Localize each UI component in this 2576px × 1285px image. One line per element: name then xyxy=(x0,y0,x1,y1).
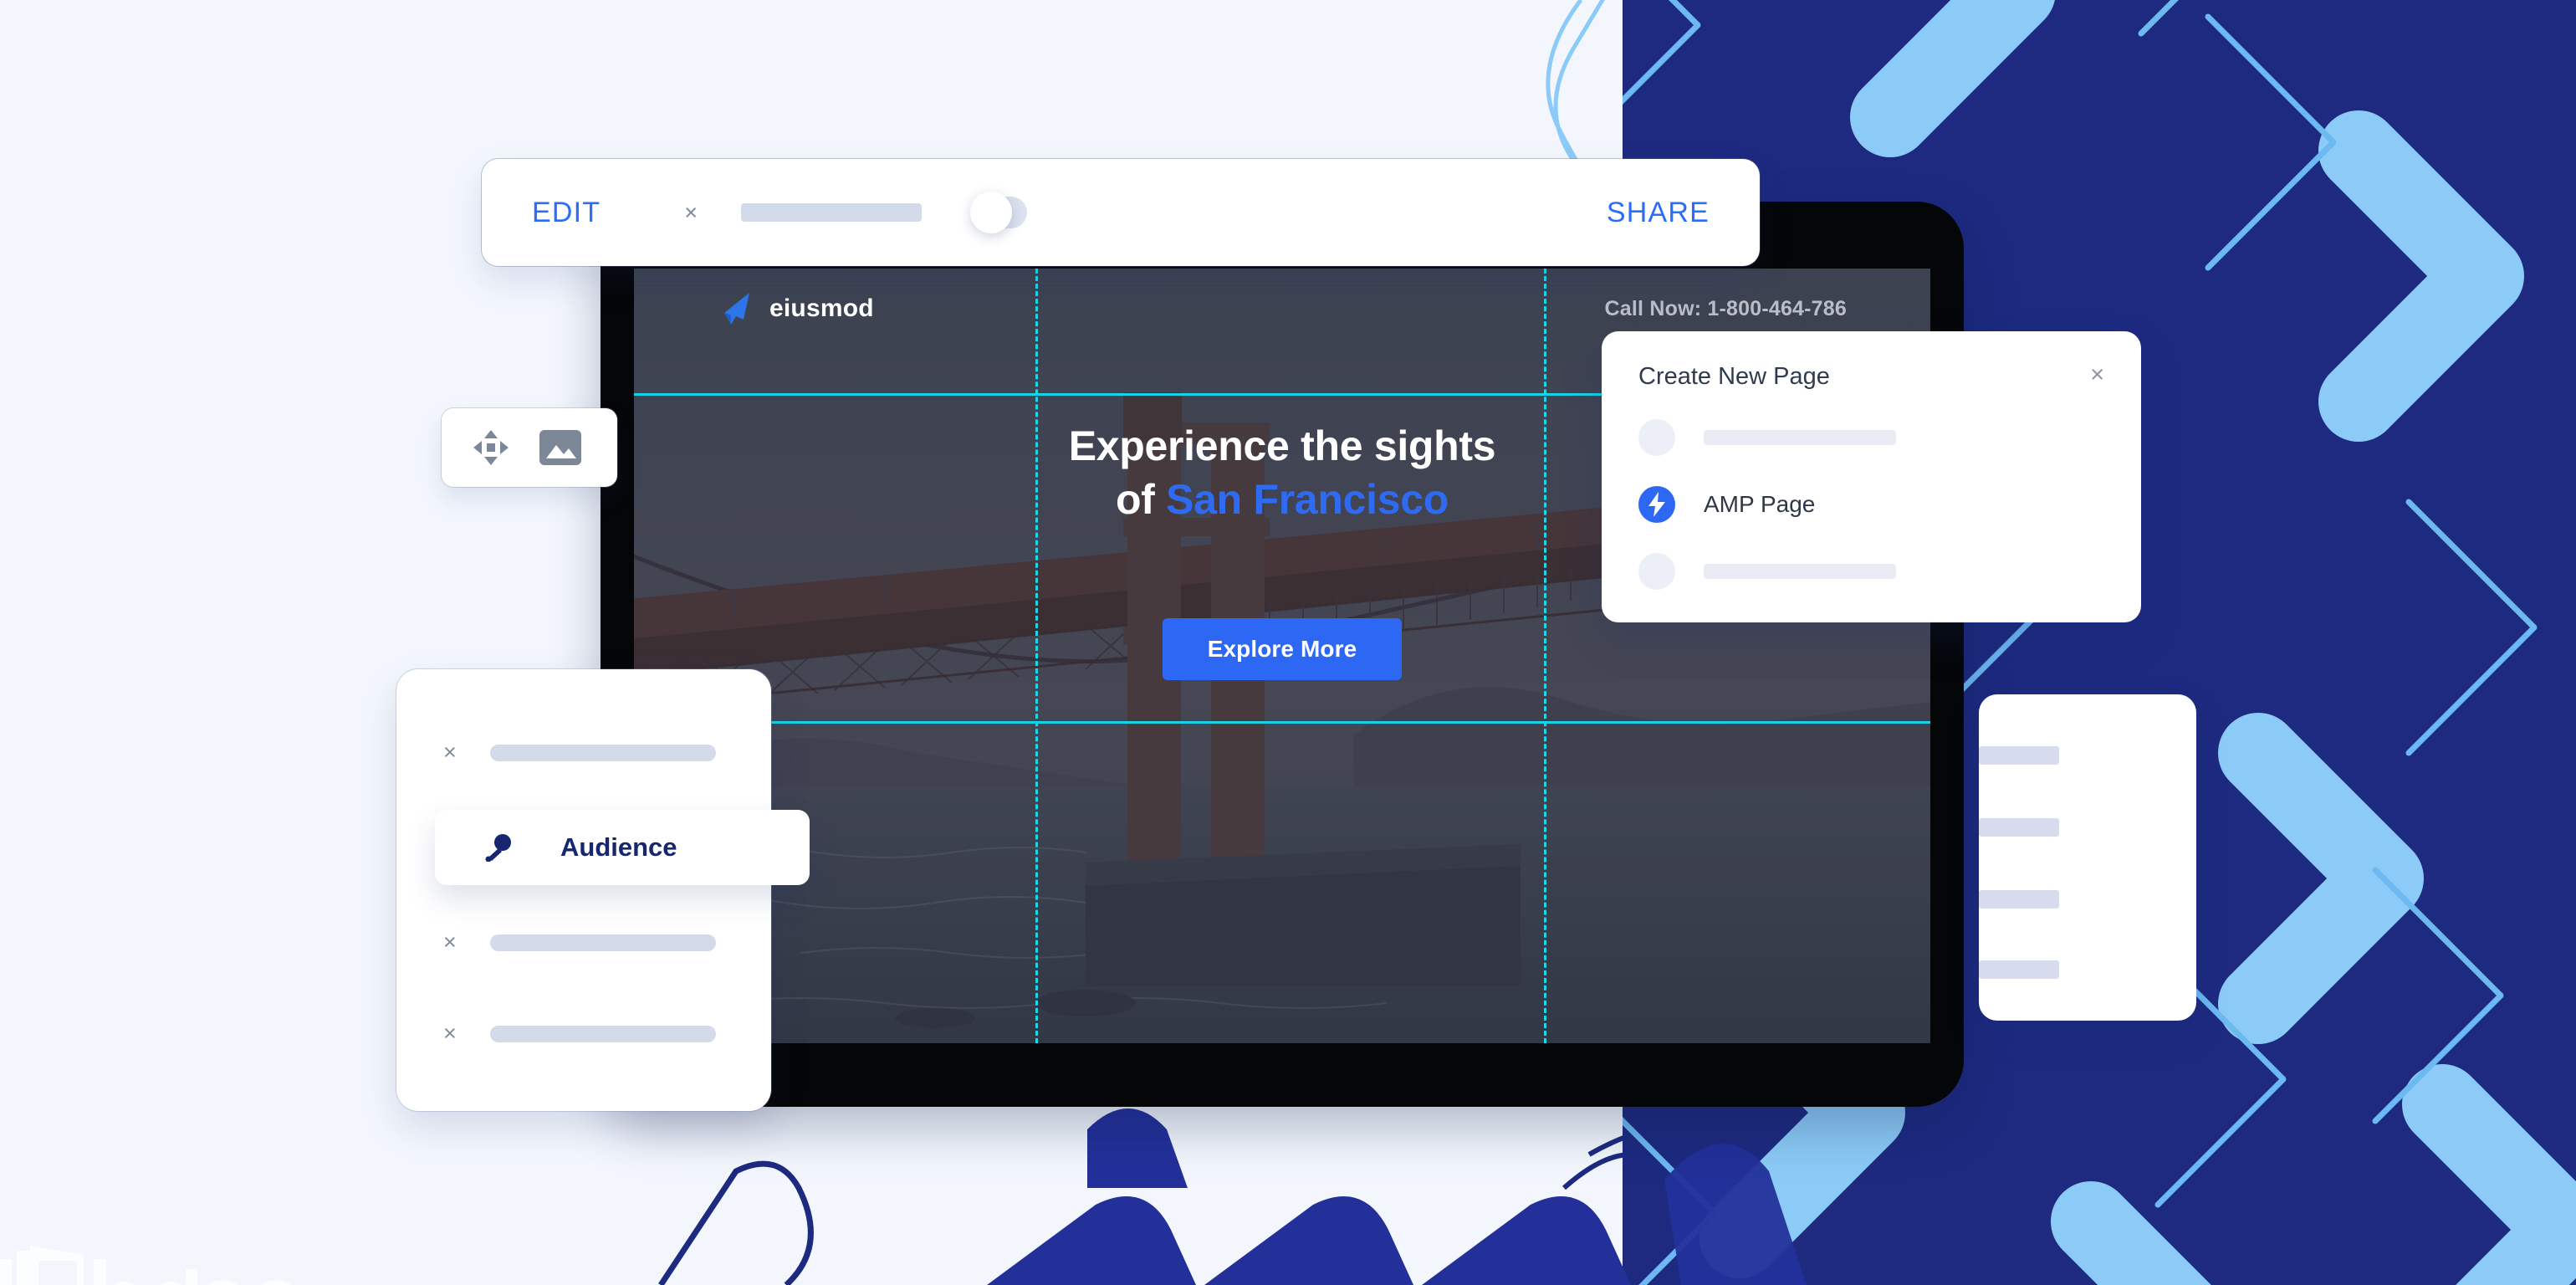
list-item-placeholder xyxy=(489,1025,716,1042)
watermark-graphic xyxy=(0,1246,316,1285)
page-option-row-amp[interactable]: AMP Page xyxy=(1638,486,2104,523)
screenshot-root: eiusmod Call Now: 1-800-464-786 Experien… xyxy=(0,0,2576,1285)
move-icon[interactable] xyxy=(472,428,510,467)
right-panel-row xyxy=(1979,746,2059,765)
page-option-placeholder xyxy=(1704,430,1896,445)
page-option-placeholder xyxy=(1704,564,1896,579)
list-item-placeholder xyxy=(489,934,716,951)
image-icon[interactable] xyxy=(539,429,582,466)
list-item[interactable]: × xyxy=(396,931,716,954)
create-panel-header: Create New Page × xyxy=(1638,363,2104,391)
page-option-row-3[interactable] xyxy=(1638,553,2104,590)
create-new-page-panel: Create New Page × AMP Page xyxy=(1602,331,2141,622)
right-panel-row xyxy=(1979,960,2059,979)
close-icon[interactable]: × xyxy=(2090,363,2104,387)
hero-title-line-2: of San Francisco xyxy=(1069,473,1496,526)
brand-name: eiusmod xyxy=(769,294,874,322)
list-item[interactable]: × xyxy=(396,741,716,764)
create-panel-title: Create New Page xyxy=(1638,363,1830,390)
explore-more-button[interactable]: Explore More xyxy=(1162,618,1403,680)
bolt-glyph xyxy=(1648,492,1665,517)
edit-toolbar: EDIT × SHARE xyxy=(482,159,1760,266)
remove-item-icon[interactable]: × xyxy=(443,1022,457,1045)
list-item[interactable]: × xyxy=(396,1022,716,1045)
guide-vertical-right xyxy=(1544,269,1546,1043)
audience-target-icon xyxy=(485,834,511,862)
hero-title-prefix: of xyxy=(1115,476,1167,523)
brand: eiusmod xyxy=(718,290,874,327)
remove-item-icon[interactable]: × xyxy=(443,741,457,764)
audience-drag-chip[interactable]: Audience xyxy=(435,810,810,885)
elements-list-panel: × × × xyxy=(396,669,771,1111)
guide-vertical-left xyxy=(1035,269,1038,1043)
placeholder-dot-icon xyxy=(1638,419,1675,456)
toggle-knob[interactable] xyxy=(970,192,1013,233)
page-option-row[interactable] xyxy=(1638,419,2104,456)
hero-title: Experience the sights of San Francisco xyxy=(1069,419,1496,526)
share-button[interactable]: SHARE xyxy=(1607,197,1710,229)
edit-field-placeholder[interactable] xyxy=(741,203,923,222)
right-panel-row xyxy=(1979,890,2059,909)
call-now-text: Call Now: 1-800-464-786 xyxy=(1604,296,1847,320)
list-item-placeholder xyxy=(489,744,716,761)
paper-plane-icon xyxy=(724,293,749,325)
placeholder-dot-icon xyxy=(1638,553,1675,590)
audience-label: Audience xyxy=(560,832,677,862)
guide-horizontal-bottom xyxy=(634,721,1930,724)
edit-button[interactable]: EDIT xyxy=(532,197,601,229)
amp-page-label: AMP Page xyxy=(1704,491,1816,517)
right-panel-row xyxy=(1979,818,2059,837)
remove-element-icon[interactable]: × xyxy=(684,201,698,224)
lightning-bolt-icon xyxy=(1638,486,1675,523)
hero-title-accent: San Francisco xyxy=(1166,476,1449,523)
hero-title-line-1: Experience the sights xyxy=(1068,422,1496,469)
edit-toggle[interactable] xyxy=(970,192,1028,233)
right-side-panel xyxy=(1979,694,2196,1021)
remove-item-icon[interactable]: × xyxy=(443,931,457,954)
media-toolbar[interactable] xyxy=(442,408,617,487)
